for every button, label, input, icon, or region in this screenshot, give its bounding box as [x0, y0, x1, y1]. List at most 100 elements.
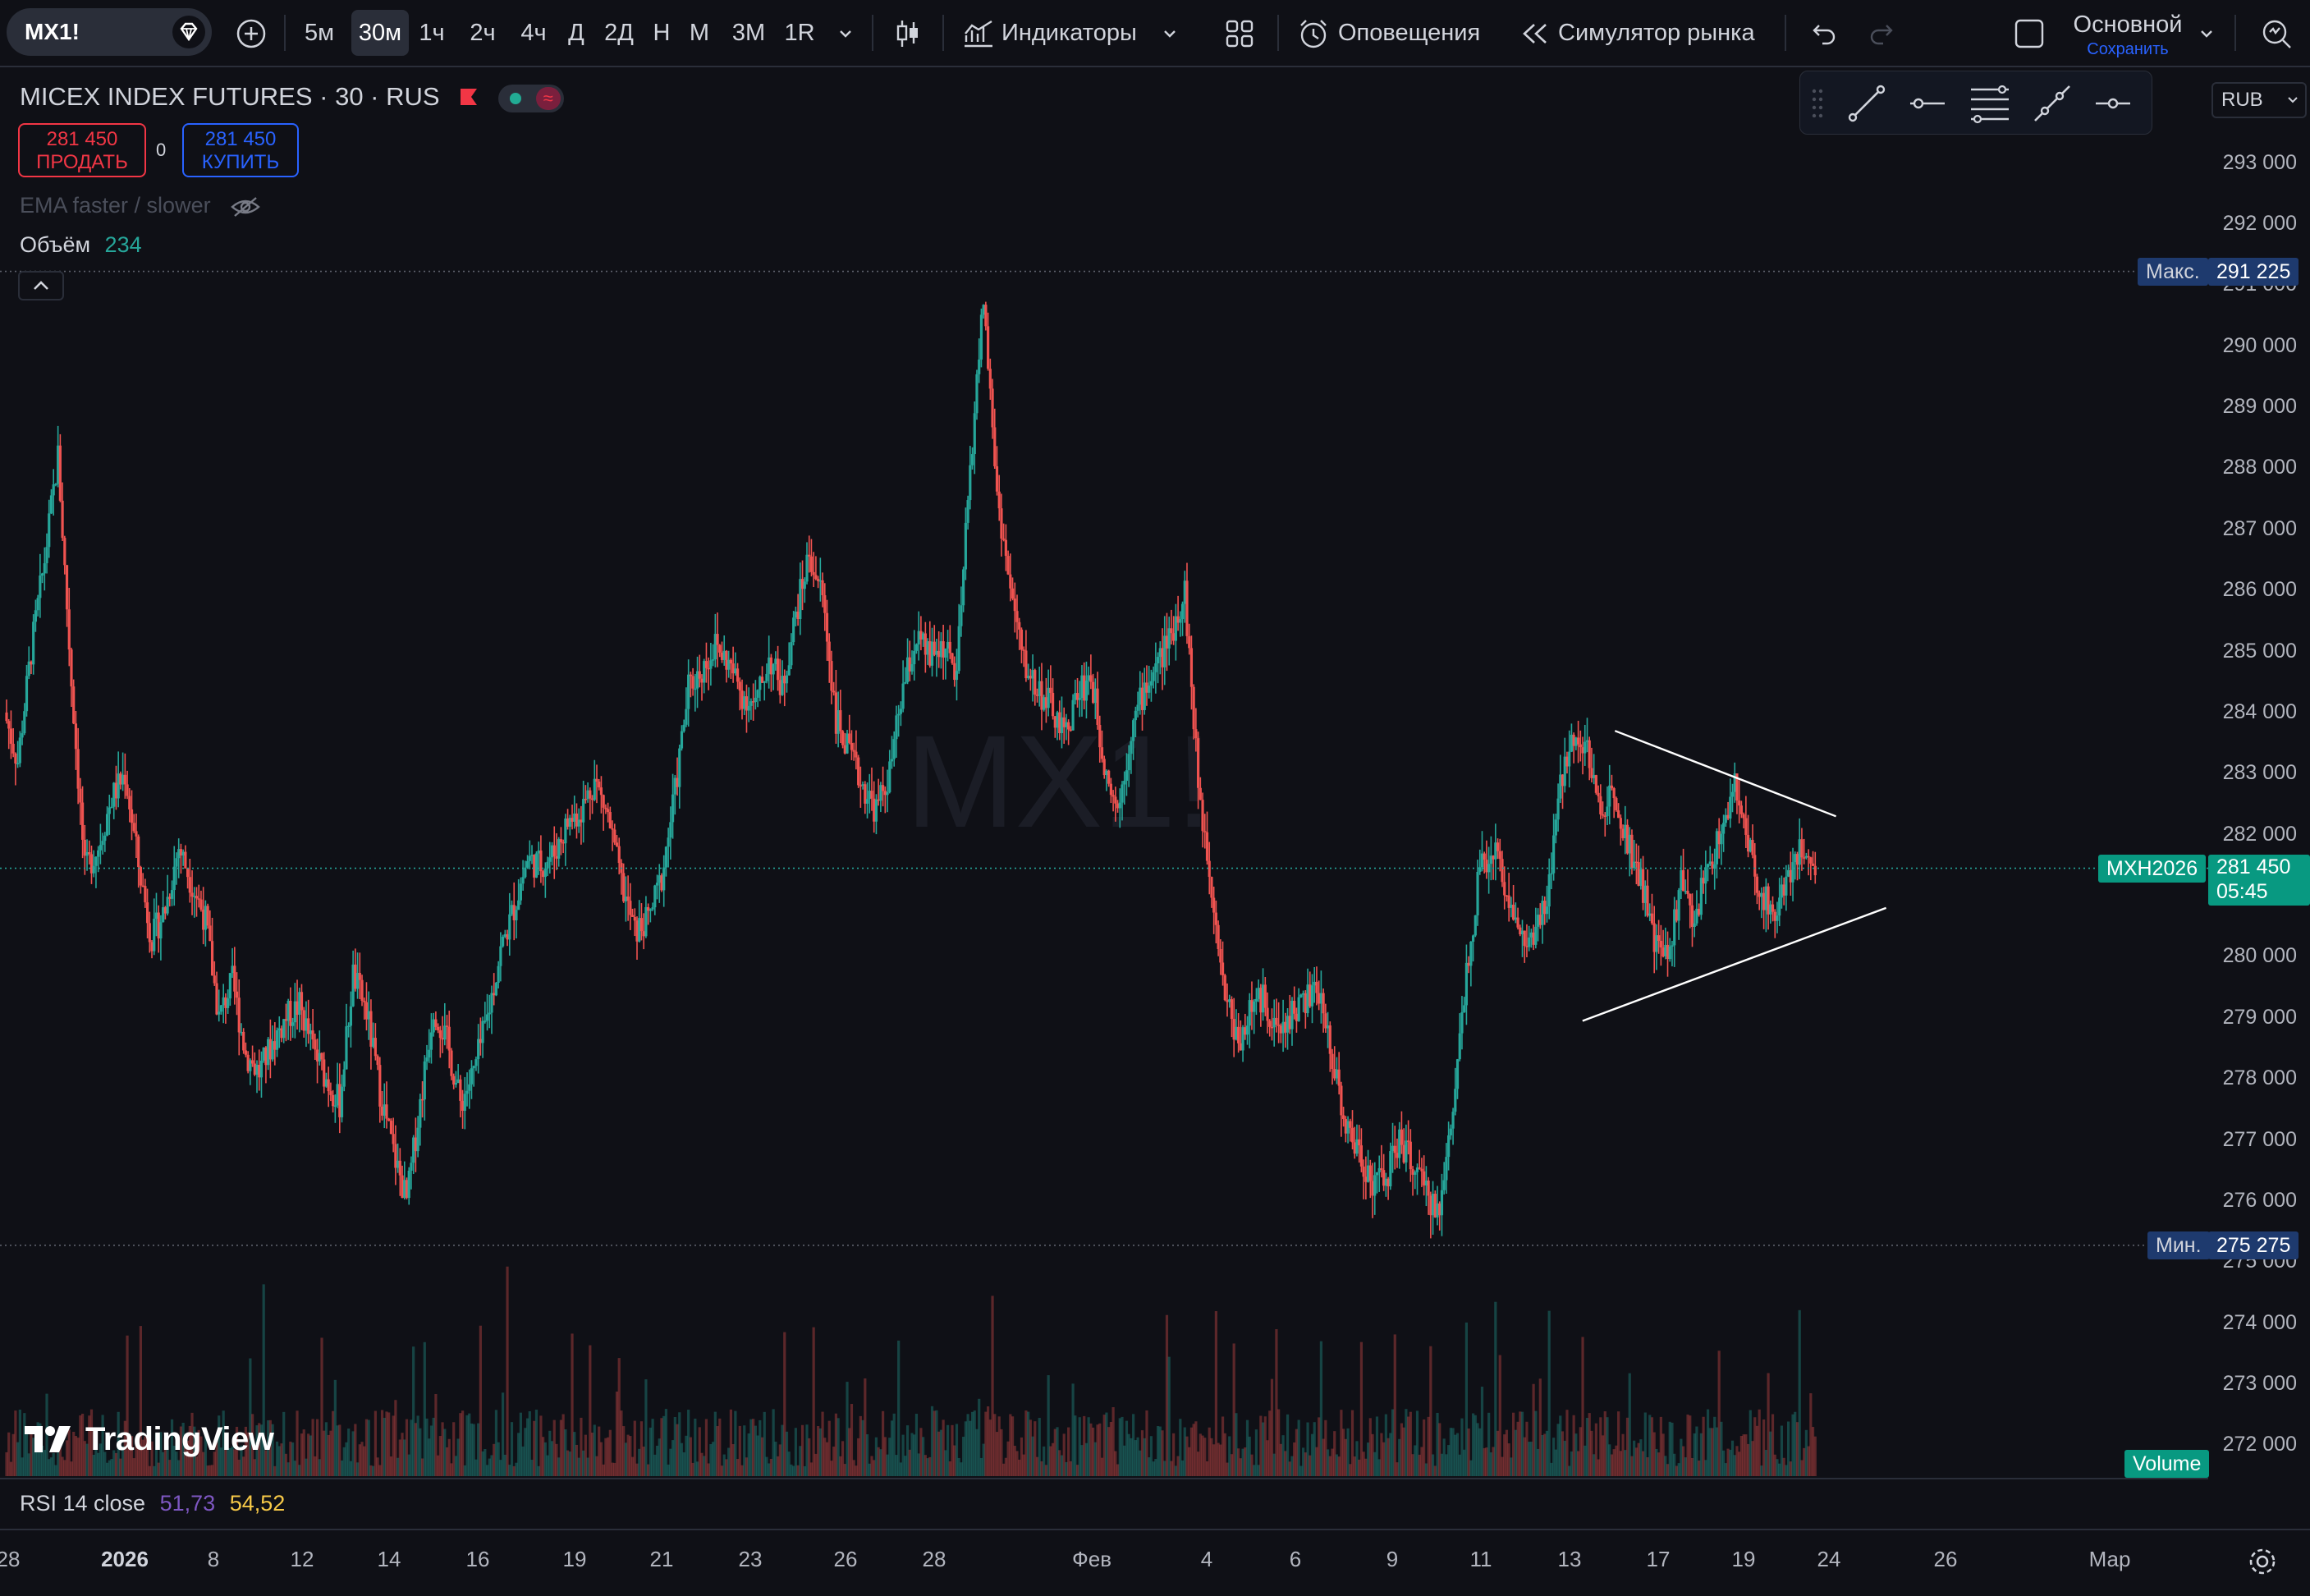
buy-button[interactable]: 281 450 КУПИТЬ [182, 123, 299, 177]
candles-style-icon[interactable] [887, 10, 929, 56]
volume-bar [519, 1412, 522, 1476]
interval-button-4[interactable]: 4ч [512, 10, 555, 56]
symbol-search[interactable]: MX1! [7, 8, 212, 56]
sell-button[interactable]: 281 450 ПРОДАТЬ [18, 123, 146, 177]
volume-bar [1304, 1452, 1307, 1476]
time-tick-label: 28 [0, 1547, 21, 1571]
trend-line-tool-icon[interactable] [1848, 85, 1886, 122]
interval-button-3[interactable]: 2ч [461, 10, 504, 56]
save-link[interactable]: Сохранить [2062, 40, 2193, 59]
diamond-icon[interactable] [172, 16, 205, 48]
candle-body [1711, 861, 1714, 869]
layout-name-block[interactable]: Основной Сохранить [2062, 11, 2193, 59]
triangle-lower-trendline[interactable] [1582, 906, 1887, 1022]
volume-bar [800, 1424, 804, 1476]
extended-line-tool-icon[interactable] [2033, 85, 2071, 122]
volume-bar [1630, 1456, 1634, 1476]
replay-button[interactable]: Симулятор рынка [1520, 10, 1767, 56]
candle-body [1730, 791, 1735, 797]
undo-icon[interactable] [1806, 10, 1842, 56]
candle-body [1083, 675, 1086, 701]
candle-body [1034, 670, 1037, 695]
triangle-upper-trendline[interactable] [1614, 730, 1837, 818]
horizontal-line-tool-icon[interactable] [2094, 85, 2132, 122]
volume-bar [865, 1434, 869, 1476]
volume-bar [1612, 1449, 1616, 1476]
price-chart[interactable]: MX1! [0, 67, 2208, 1484]
volume-bar [825, 1442, 829, 1476]
interval-dropdown-chevron-icon[interactable] [831, 10, 860, 56]
volume-bar [1746, 1443, 1750, 1476]
candle-body [1579, 744, 1582, 748]
candle-body [1794, 854, 1797, 863]
volume-bar [1344, 1438, 1347, 1476]
interval-button-7[interactable]: Н [649, 10, 675, 56]
collapse-legend-button[interactable] [18, 271, 64, 300]
candle-body [387, 1118, 391, 1121]
candle-body [1414, 1172, 1417, 1175]
tradingview-logo[interactable]: TradingView [23, 1419, 274, 1460]
volume-bar [1693, 1433, 1696, 1476]
ema-indicator-legend[interactable]: EMA faster / slower [20, 193, 261, 218]
candle-body [1588, 740, 1591, 768]
flag-icon[interactable] [458, 87, 479, 110]
candle-body [488, 1012, 491, 1015]
candle-body [1067, 722, 1070, 730]
candle-body [54, 484, 57, 485]
layout-square-icon[interactable] [2011, 10, 2047, 56]
price-tick-label: 290 000 [2222, 333, 2297, 357]
alerts-button[interactable]: Оповещения [1297, 10, 1494, 56]
volume-legend[interactable]: Объём 234 [20, 232, 142, 258]
candle-body [1199, 787, 1202, 800]
candle-body [1180, 603, 1185, 620]
current-price-value: 281 450 [2216, 855, 2291, 878]
interval-button-6[interactable]: 2Д [598, 10, 640, 56]
eye-hidden-icon[interactable] [230, 195, 261, 218]
candle-body [611, 828, 614, 830]
volume-bar [1624, 1450, 1627, 1476]
candle-body [1226, 1000, 1229, 1002]
interval-button-2[interactable]: 1ч [410, 10, 453, 56]
candle-body [1286, 1016, 1290, 1033]
volume-bar [289, 1441, 292, 1476]
interval-button-8[interactable]: М [683, 10, 716, 56]
volume-bar [1029, 1419, 1032, 1476]
interval-button-0[interactable]: 5м [296, 10, 343, 56]
candle-body [1244, 1027, 1247, 1035]
parallel-channel-tool-icon[interactable] [1969, 83, 2010, 124]
interval-button-1[interactable]: 30м [351, 10, 409, 56]
candle-body [573, 813, 576, 822]
drag-handle-icon[interactable] [1812, 88, 1823, 118]
layouts-grid-icon[interactable] [1221, 10, 1258, 56]
horizontal-ray-tool-icon[interactable] [1909, 85, 1946, 122]
time-tick-label: 17 [1646, 1547, 1671, 1571]
interval-button-10[interactable]: 1R [778, 10, 821, 56]
volume-bar [883, 1437, 887, 1476]
volume-bar [302, 1429, 305, 1476]
compare-add-icon[interactable] [233, 10, 269, 56]
rsi-pane[interactable]: RSI 14 close 51,73 54,52 [0, 1478, 2208, 1530]
indicators-button[interactable]: Индикаторы [962, 10, 1200, 56]
interval-button-9[interactable]: 3М [726, 10, 772, 56]
quick-search-icon[interactable] [2256, 10, 2297, 56]
volume-bar [944, 1450, 947, 1476]
candle-body [197, 898, 200, 900]
candle-body [607, 809, 610, 813]
candle-body [1474, 915, 1477, 936]
volume-bar [1024, 1410, 1028, 1476]
candle-body [1185, 580, 1189, 636]
interval-button-5[interactable]: Д [563, 10, 589, 56]
candle-body [1353, 1142, 1356, 1154]
layout-menu-chevron-icon[interactable] [2192, 10, 2221, 56]
candle-body [698, 671, 701, 679]
volume-bar [745, 1457, 749, 1476]
candle-body [1681, 869, 1685, 892]
settings-gear-icon[interactable] [2246, 1545, 2279, 1578]
market-status-badge[interactable]: ≈ [497, 84, 564, 112]
volume-bar [420, 1458, 424, 1476]
candle-body [964, 522, 967, 570]
currency-selector[interactable]: RUB [2211, 82, 2307, 118]
candle-body [358, 973, 361, 980]
redo-icon[interactable] [1863, 10, 1900, 56]
time-axis[interactable]: 28 2026 8 12 14 16 19 21 23 26 28 Фев 4 6 9 11 13 17 19 24 2… [0, 1529, 2310, 1596]
